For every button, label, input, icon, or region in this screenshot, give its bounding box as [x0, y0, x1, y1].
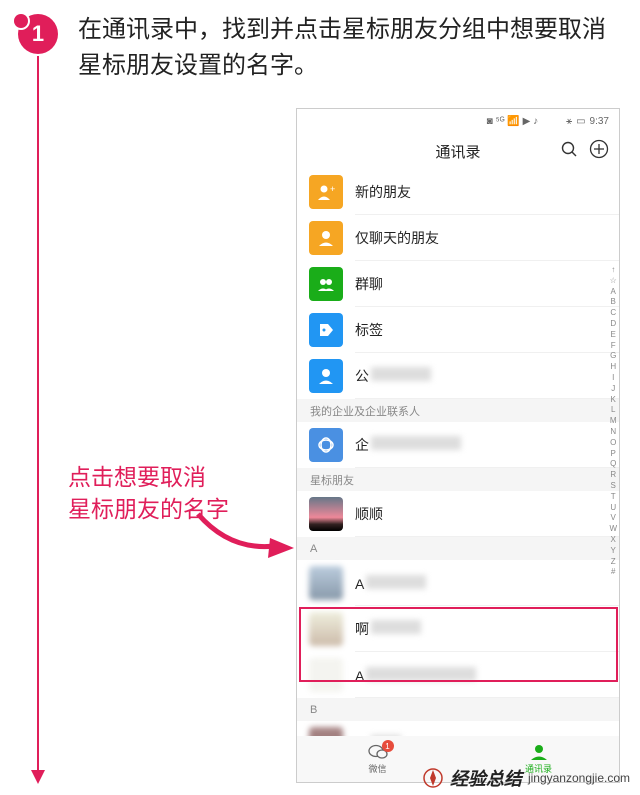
- index-bar[interactable]: ↑☆ABCDEFGHIJKLMNOPQRSTUVWXYZ#: [609, 265, 617, 578]
- menu-new-friends[interactable]: + 新的朋友: [297, 169, 619, 215]
- menu-group-chat[interactable]: 群聊: [297, 261, 619, 307]
- down-arrow-icon: [31, 770, 45, 784]
- new-friend-icon: +: [309, 175, 343, 209]
- footer: 经验总结 jingyanzongjie.com: [422, 765, 630, 791]
- badge: 1: [382, 740, 394, 752]
- contact-a2[interactable]: 啊: [297, 606, 619, 652]
- contact-list: + 新的朋友 仅聊天的朋友 群聊 标签 公 我的企业及企业联系人 企 星标朋友 …: [297, 169, 619, 767]
- section-a: A: [297, 537, 619, 560]
- tag-icon: [309, 313, 343, 347]
- vertical-line: [37, 56, 39, 774]
- contact-a3[interactable]: A: [297, 652, 619, 698]
- section-enterprise: 我的企业及企业联系人: [297, 399, 619, 422]
- search-icon[interactable]: [559, 139, 579, 159]
- section-b: B: [297, 698, 619, 721]
- avatar-shunshun: [309, 497, 343, 531]
- group-chat-icon: [309, 267, 343, 301]
- official-icon: [309, 359, 343, 393]
- step-number-badge: 1: [18, 14, 58, 54]
- menu-tags[interactable]: 标签: [297, 307, 619, 353]
- avatar: [309, 566, 343, 600]
- compass-icon: [422, 767, 444, 789]
- add-icon[interactable]: [589, 139, 609, 159]
- enterprise-icon: [309, 428, 343, 462]
- title-bar: 通讯录: [297, 133, 619, 169]
- avatar: [309, 658, 343, 692]
- page-title: 通讯录: [435, 141, 480, 162]
- contact-starred[interactable]: 顺顺: [297, 491, 619, 537]
- section-starred: 星标朋友: [297, 468, 619, 491]
- status-bar: ◙ ⁵ᴳ 📶 ▶ ♪ ⚹ ▭ 9:37: [297, 109, 619, 133]
- svg-text:+: +: [330, 184, 335, 194]
- contact-enterprise[interactable]: 企: [297, 422, 619, 468]
- menu-chat-only[interactable]: 仅聊天的朋友: [297, 215, 619, 261]
- arrow-icon: [190, 506, 300, 566]
- menu-official[interactable]: 公: [297, 353, 619, 399]
- contact-a1[interactable]: A: [297, 560, 619, 606]
- avatar: [309, 612, 343, 646]
- instruction-text: 在通讯录中，找到并点击星标朋友分组中想要取消星标朋友设置的名字。: [78, 12, 618, 84]
- chat-only-icon: [309, 221, 343, 255]
- phone-screen: ◙ ⁵ᴳ 📶 ▶ ♪ ⚹ ▭ 9:37 通讯录 + 新的朋友 仅聊天的朋友 群聊…: [296, 108, 620, 783]
